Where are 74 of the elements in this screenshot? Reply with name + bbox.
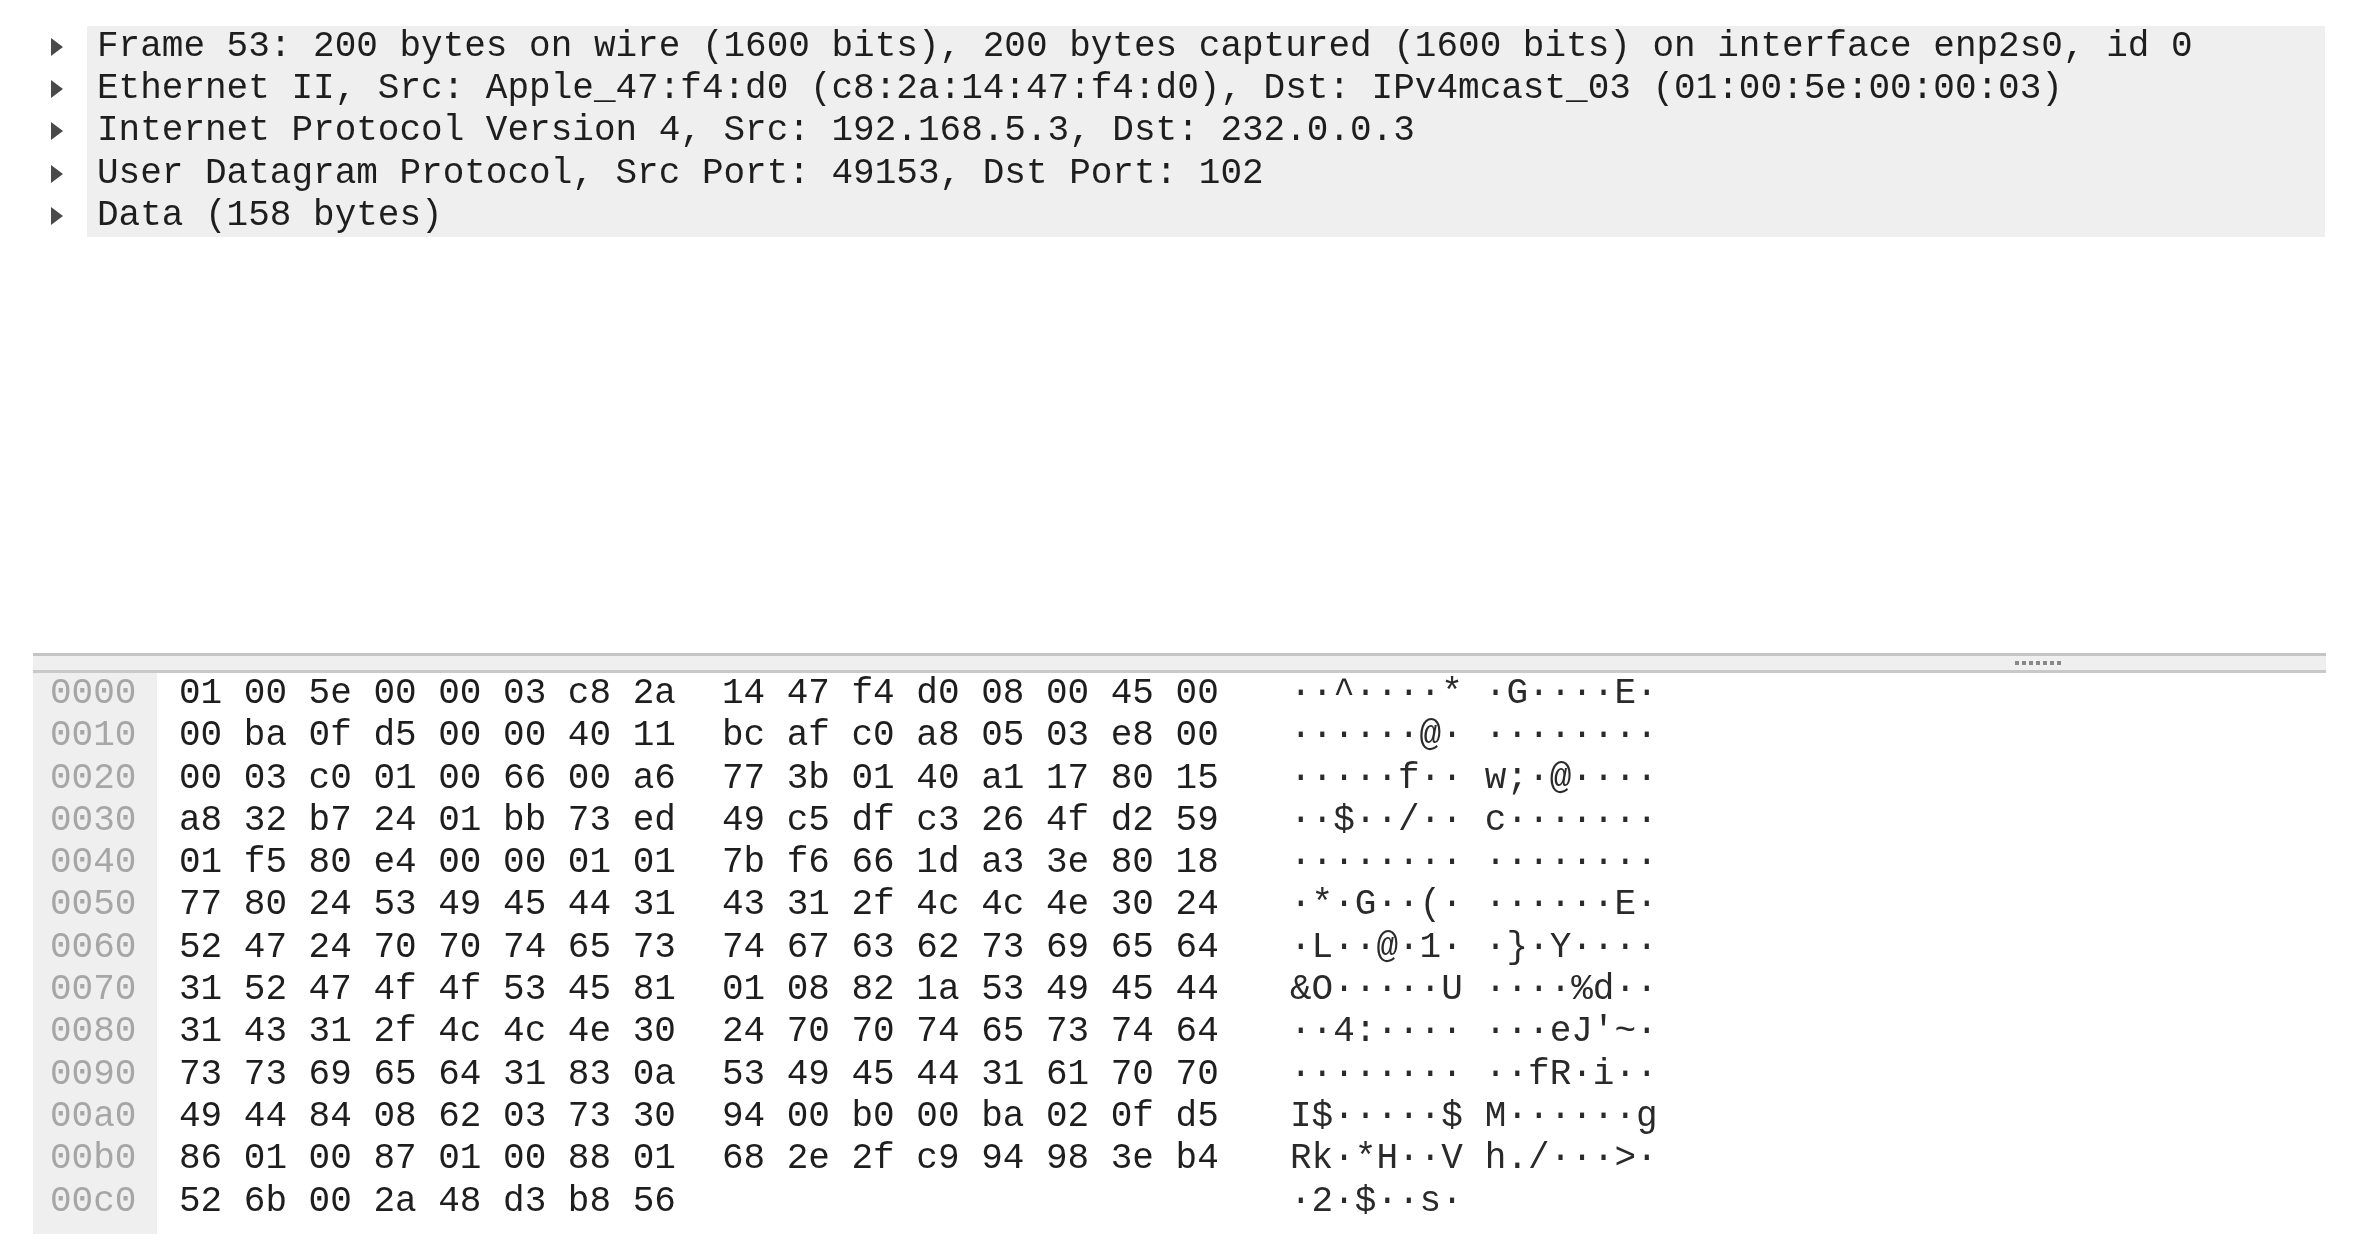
hex-bytes: 31 52 47 4f 4f 53 45 81 <box>179 969 676 1012</box>
ascii-text: &O·····U <box>1290 969 1463 1012</box>
offset-label: 00c0 <box>50 1180 138 1223</box>
caret-icon[interactable] <box>51 164 63 183</box>
caret-icon[interactable] <box>51 38 63 57</box>
ascii-text: ········ <box>1484 715 1658 758</box>
ascii-text: ·L··@·1· <box>1290 926 1463 969</box>
tree-item[interactable]: Frame 53: 200 bytes on wire (1600 bits), 200 bytes captured (1600 bits) on interface enp2s0, id 0 <box>87 26 2325 69</box>
hex-bytes: 01 f5 80 e4 00 00 01 01 <box>179 842 676 885</box>
ascii-text: ······@· <box>1290 715 1463 758</box>
hex-bytes: 77 80 24 53 49 45 44 31 <box>179 884 676 927</box>
ascii-text: ·2·$··s· <box>1290 1180 1463 1223</box>
hex-bytes: 49 44 84 08 62 03 73 30 <box>179 1095 676 1139</box>
offset-label: 00a0 <box>50 1095 138 1139</box>
hex-bytes: a8 32 b7 24 01 bb 73 ed <box>179 799 676 843</box>
hex-bytes: 77 3b 01 40 a1 17 80 15 <box>721 757 1219 800</box>
hex-bytes: 49 c5 df c3 26 4f d2 59 <box>721 799 1219 843</box>
ascii-text: ··$··/·· <box>1290 799 1463 843</box>
hex-bytes: 31 43 31 2f 4c 4c 4e 30 <box>179 1011 676 1054</box>
offset-label: 0090 <box>50 1053 138 1096</box>
hex-bytes: 00 ba 0f d5 00 00 40 11 <box>179 715 676 758</box>
hex-bytes: 68 2e 2f c9 94 98 3e b4 <box>721 1138 1219 1181</box>
offset-label: 0080 <box>50 1011 138 1054</box>
hex-bytes: 01 00 5e 00 00 03 c8 2a <box>179 672 676 716</box>
caret-icon[interactable] <box>51 122 63 141</box>
tree-item[interactable]: Data (158 bytes) <box>87 194 2325 237</box>
hex-bytes: bc af c0 a8 05 03 e8 00 <box>721 715 1219 758</box>
ascii-text: ······E· <box>1484 884 1658 927</box>
ascii-text: ········ <box>1290 1053 1463 1096</box>
hex-bytes: 73 73 69 65 64 31 83 0a <box>179 1053 676 1096</box>
hex-bytes: 24 70 70 74 65 73 74 64 <box>721 1011 1219 1054</box>
ascii-text: c······· <box>1484 799 1658 843</box>
offset-label: 0070 <box>50 969 138 1012</box>
ascii-text: ··4:···· <box>1290 1011 1463 1054</box>
ascii-text: ········ <box>1484 842 1658 885</box>
offset-label: 0030 <box>50 799 138 843</box>
ascii-text: I$·····$ <box>1290 1095 1463 1139</box>
caret-icon[interactable] <box>51 206 63 225</box>
caret-icon[interactable] <box>51 80 63 99</box>
offset-label: 0020 <box>50 757 138 800</box>
hex-bytes: 94 00 b0 00 ba 02 0f d5 <box>721 1095 1219 1139</box>
grip-icon <box>2015 660 2061 665</box>
hex-bytes: 52 6b 00 2a 48 d3 b8 56 <box>179 1180 676 1223</box>
offset-label: 0040 <box>50 842 138 885</box>
hex-bytes: 14 47 f4 d0 08 00 45 00 <box>721 672 1219 716</box>
offset-label: 0050 <box>50 884 138 927</box>
hex-bytes: 74 67 63 62 73 69 65 64 <box>721 926 1219 969</box>
offset-label: 00b0 <box>50 1138 138 1181</box>
ascii-text: w;·@···· <box>1484 757 1658 800</box>
offset-label: 0060 <box>50 926 138 969</box>
hex-bytes: 86 01 00 87 01 00 88 01 <box>179 1138 676 1181</box>
hex-bytes: 01 08 82 1a 53 49 45 44 <box>721 969 1219 1012</box>
ascii-text: ··^····* <box>1290 672 1463 716</box>
tree-item[interactable]: User Datagram Protocol, Src Port: 49153, Dst Port: 102 <box>87 152 2325 195</box>
ascii-text: ········ <box>1290 842 1463 885</box>
tree-item[interactable]: Internet Protocol Version 4, Src: 192.168.5.3, Dst: 232.0.0.3 <box>87 110 2325 153</box>
hex-bytes: 7b f6 66 1d a3 3e 80 18 <box>721 842 1219 885</box>
ascii-text: ·····f·· <box>1290 757 1463 800</box>
ascii-text: ···eJ'~· <box>1484 1011 1658 1054</box>
ascii-text: M······g <box>1484 1095 1658 1139</box>
hex-bytes: 52 47 24 70 70 74 65 73 <box>179 926 676 969</box>
offset-label: 0010 <box>50 715 138 758</box>
ascii-text: ····%d·· <box>1484 969 1658 1012</box>
ascii-text: h./···>· <box>1484 1138 1658 1181</box>
ascii-text: Rk·*H··V <box>1290 1138 1463 1181</box>
ascii-text: ·}·Y···· <box>1484 926 1658 969</box>
ascii-text: ·*·G··(· <box>1290 884 1463 927</box>
hex-bytes: 53 49 45 44 31 61 70 70 <box>721 1053 1219 1096</box>
hex-bytes: 00 03 c0 01 00 66 00 a6 <box>179 757 676 800</box>
tree-item[interactable]: Ethernet II, Src: Apple_47:f4:d0 (c8:2a:14:47:f4:d0), Dst: IPv4mcast_03 (01:00:5e:00:00:03) <box>87 68 2325 111</box>
offset-label: 0000 <box>50 672 138 716</box>
ascii-text: ··fR·i·· <box>1484 1053 1658 1096</box>
ascii-text: ·G····E· <box>1484 672 1658 716</box>
hex-bytes: 43 31 2f 4c 4c 4e 30 24 <box>721 884 1219 927</box>
